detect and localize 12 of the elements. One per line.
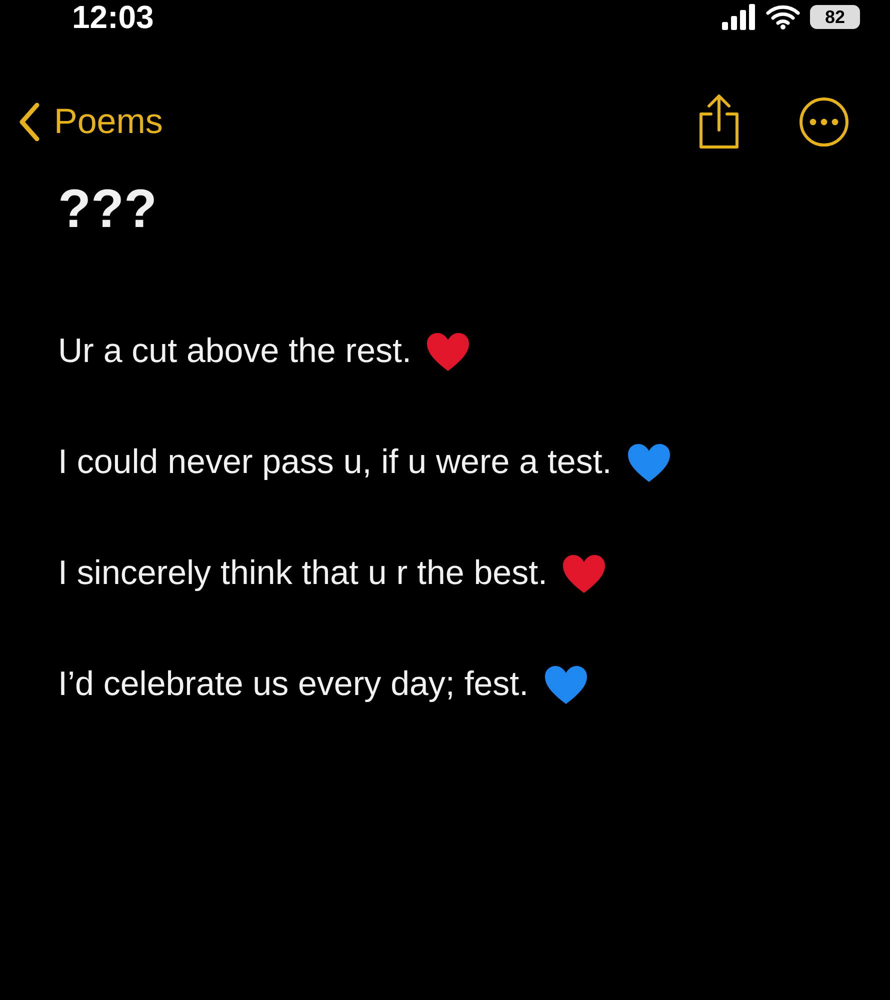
chevron-left-icon: [18, 102, 40, 142]
clock-time: 12:03: [72, 0, 154, 36]
poem-line: I could never pass u, if u were a test.: [58, 443, 612, 482]
poem-line: Ur a cut above the rest.: [58, 332, 412, 371]
signal-icon: [722, 4, 756, 30]
battery-icon: 82: [810, 5, 860, 29]
back-button[interactable]: Poems: [18, 102, 163, 142]
note-title: ???: [58, 178, 158, 240]
more-button[interactable]: [798, 96, 850, 148]
wifi-icon: [766, 4, 800, 30]
poem-line: I sincerely think that u r the best.: [58, 554, 548, 593]
poem-line: I’d celebrate us every day; fest.: [58, 665, 529, 704]
